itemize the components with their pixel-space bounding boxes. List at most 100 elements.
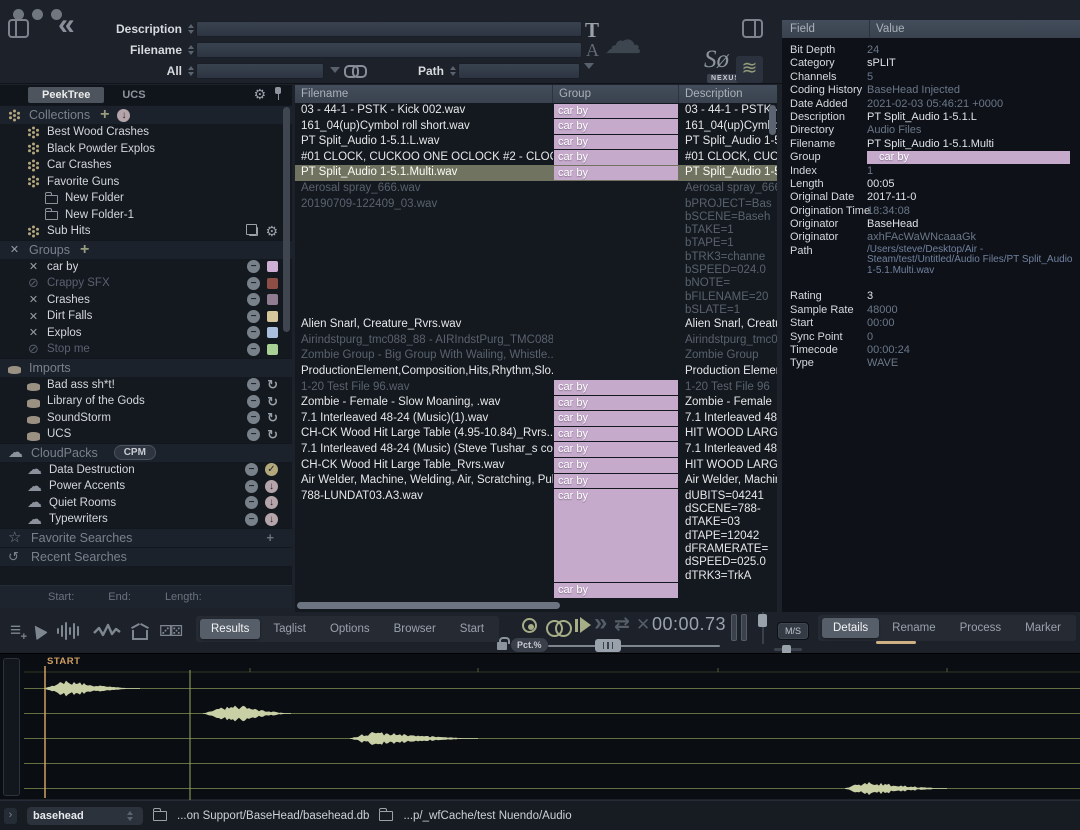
details-row-original-date[interactable]: Original Date2017-11-0 [782, 191, 1080, 204]
group-pill[interactable]: car by [554, 474, 678, 489]
path-spinner[interactable] [450, 66, 456, 76]
remove-button[interactable]: − [245, 513, 258, 526]
details-row-directory[interactable]: DirectoryAudio Files [782, 124, 1080, 137]
details-row-sync-point[interactable]: Sync Point0 [782, 331, 1080, 344]
remove-button[interactable]: − [247, 395, 260, 408]
tree-item-favorite-guns[interactable]: Favorite Guns [0, 174, 292, 191]
tree-item-stop-me[interactable]: ⊘Stop me− [0, 341, 292, 358]
downloaded-check-icon[interactable]: ✓ [265, 463, 278, 476]
table-row[interactable]: 788-LUNDAT03.A3.wavcar bydUBITS=04241dSC… [295, 489, 777, 583]
group-color-swatch[interactable] [267, 294, 278, 305]
group-pill[interactable]: car by [867, 151, 1070, 164]
table-row[interactable]: CH-CK Wood Hit Large Table (4.95-10.84)_… [295, 426, 777, 442]
table-row[interactable]: ProductionElement,Composition,Hits,Rhyth… [295, 364, 777, 380]
details-row-rating[interactable]: Rating3 [782, 290, 1080, 303]
refresh-icon[interactable]: ↻ [267, 378, 278, 391]
group-pill[interactable]: car by [554, 396, 678, 411]
remove-button[interactable]: − [247, 428, 260, 441]
column-header-field[interactable]: Field [782, 20, 870, 38]
group-pill[interactable]: car by [554, 104, 678, 119]
waveform-panel[interactable]: START [0, 653, 1080, 799]
details-row-category[interactable]: CategorysPLIT [782, 57, 1080, 70]
sidebar-tab-peektree[interactable]: PeekTree [28, 87, 104, 103]
results-horizontal-scrollbar[interactable] [297, 602, 560, 609]
duplicate-icon[interactable] [249, 227, 258, 236]
group-color-swatch[interactable] [267, 327, 278, 338]
refresh-icon[interactable]: ↻ [267, 428, 278, 441]
description-search-input[interactable] [196, 21, 582, 37]
tree-item-new-folder[interactable]: New Folder [0, 190, 292, 207]
group-pill[interactable]: car by [554, 489, 678, 582]
wave-icon[interactable] [93, 619, 121, 643]
tree-item-ucs[interactable]: UCS−↻ [0, 426, 292, 443]
group-color-swatch[interactable] [267, 311, 278, 322]
section-header-groups[interactable]: ✕Groups+ [0, 240, 292, 259]
open-box-icon[interactable] [132, 619, 148, 643]
sidebar-tab-ucs[interactable]: UCS [108, 87, 159, 103]
right-panel-toggle-icon[interactable] [742, 19, 763, 38]
group-pill[interactable]: car by [554, 411, 678, 426]
filename-search-input[interactable] [196, 42, 582, 58]
section-header-cloudpacks[interactable]: ☁CloudPacksCPM [0, 443, 292, 462]
table-row[interactable]: #01 CLOCK, CUCKOO ONE OCLOCK #2 - CLOCK,… [295, 150, 777, 166]
group-pill[interactable]: car by [554, 427, 678, 442]
repeat-icon[interactable]: ⇄ [614, 613, 630, 636]
table-row[interactable]: car by [295, 583, 777, 599]
download-icon[interactable]: ↓ [265, 480, 278, 493]
tree-item-crappy-sfx[interactable]: ⊘Crappy SFX− [0, 275, 292, 292]
tree-item-power-accents[interactable]: ☁Power Accents−↓ [0, 478, 292, 495]
tree-item-crashes[interactable]: ✕Crashes− [0, 292, 292, 309]
tree-item-best-wood-crashes[interactable]: Best Wood Crashes [0, 124, 292, 141]
path-dropdown-icon[interactable] [584, 63, 594, 69]
details-row-type[interactable]: TypeWAVE [782, 357, 1080, 370]
pitch-lock-icon[interactable] [497, 642, 507, 650]
sidebar-pin-icon[interactable] [274, 87, 282, 101]
mid-side-toggle[interactable]: M/S [777, 622, 809, 640]
font-style-icon[interactable]: A [586, 40, 599, 61]
column-header-group[interactable]: Group [553, 85, 679, 103]
loop-button[interactable] [546, 620, 570, 633]
table-row[interactable]: Aerosal spray_666.wavAerosal spray_666 [295, 181, 777, 197]
database-folder-icon[interactable] [153, 811, 167, 821]
details-row-length[interactable]: Length00:05 [782, 178, 1080, 191]
cloud-icon[interactable]: ☁ [604, 18, 642, 63]
tree-item-bad-ass-sh-t[interactable]: Bad ass sh*t!−↻ [0, 377, 292, 394]
all-search-input[interactable] [196, 63, 324, 79]
details-row-date-added[interactable]: Date Added2021-02-03 05:46:21 +0000 [782, 98, 1080, 111]
details-row-originator[interactable]: OriginatorBaseHead [782, 218, 1080, 231]
details-row-origination-time[interactable]: Origination Time18:34:08 [782, 205, 1080, 218]
table-row[interactable]: PT Split_Audio 1-5.1.Multi.wavcar byPT S… [295, 165, 777, 181]
volume-fader[interactable] [758, 612, 767, 644]
column-header-value[interactable]: Value [870, 20, 1080, 38]
details-row-coding-history[interactable]: Coding HistoryBaseHead Injected [782, 84, 1080, 97]
filename-spinner[interactable] [188, 45, 194, 55]
window-minimize-button[interactable] [32, 9, 43, 20]
tab-options[interactable]: Options [319, 619, 381, 639]
details-row-channels[interactable]: Channels5 [782, 71, 1080, 84]
details-row-bit-depth[interactable]: Bit Depth24 [782, 44, 1080, 57]
table-row[interactable]: CH-CK Wood Hit Large Table_Rvrs.wavcar b… [295, 458, 777, 474]
table-row[interactable]: Alien Snarl, Creature_Rvrs.wavAlien Snar… [295, 317, 777, 333]
table-row[interactable]: Zombie Group - Big Group With Wailing, W… [295, 348, 777, 364]
group-color-swatch[interactable] [267, 261, 278, 272]
group-pill[interactable]: car by [554, 583, 678, 598]
remove-button[interactable]: − [247, 411, 260, 424]
steinberg-waves-icon[interactable]: ≋ [736, 56, 763, 83]
section-header-favorite-searches[interactable]: ☆Favorite Searches+ [0, 528, 292, 547]
dice-icon[interactable]: ⚂⚄ [159, 619, 181, 643]
column-header-description[interactable]: Description [679, 85, 777, 103]
details-row-start[interactable]: Start00:00 [782, 317, 1080, 330]
pitch-slider-handle[interactable] [595, 639, 621, 652]
tree-item-soundstorm[interactable]: SoundStorm−↻ [0, 410, 292, 427]
add-to-list-icon[interactable]: ≡ [10, 619, 21, 643]
tree-item-car-crashes[interactable]: Car Crashes [0, 157, 292, 174]
record-button[interactable] [522, 618, 537, 633]
table-row[interactable]: Zombie - Female - Slow Moaning, .wavcar … [295, 395, 777, 411]
table-row[interactable]: 161_04(up)Cymbol roll short.wavcar by161… [295, 119, 777, 135]
remove-button[interactable]: − [245, 496, 258, 509]
group-color-swatch[interactable] [267, 344, 278, 355]
table-row[interactable]: Airindstpurg_tmc088_88 - AIRIndstPurg_TM… [295, 333, 777, 349]
import-button[interactable]: ↓ [117, 109, 130, 122]
sidebar-gear-icon[interactable]: ⚙ [253, 87, 266, 101]
tree-item-black-powder-explos[interactable]: Black Powder Explos [0, 141, 292, 158]
